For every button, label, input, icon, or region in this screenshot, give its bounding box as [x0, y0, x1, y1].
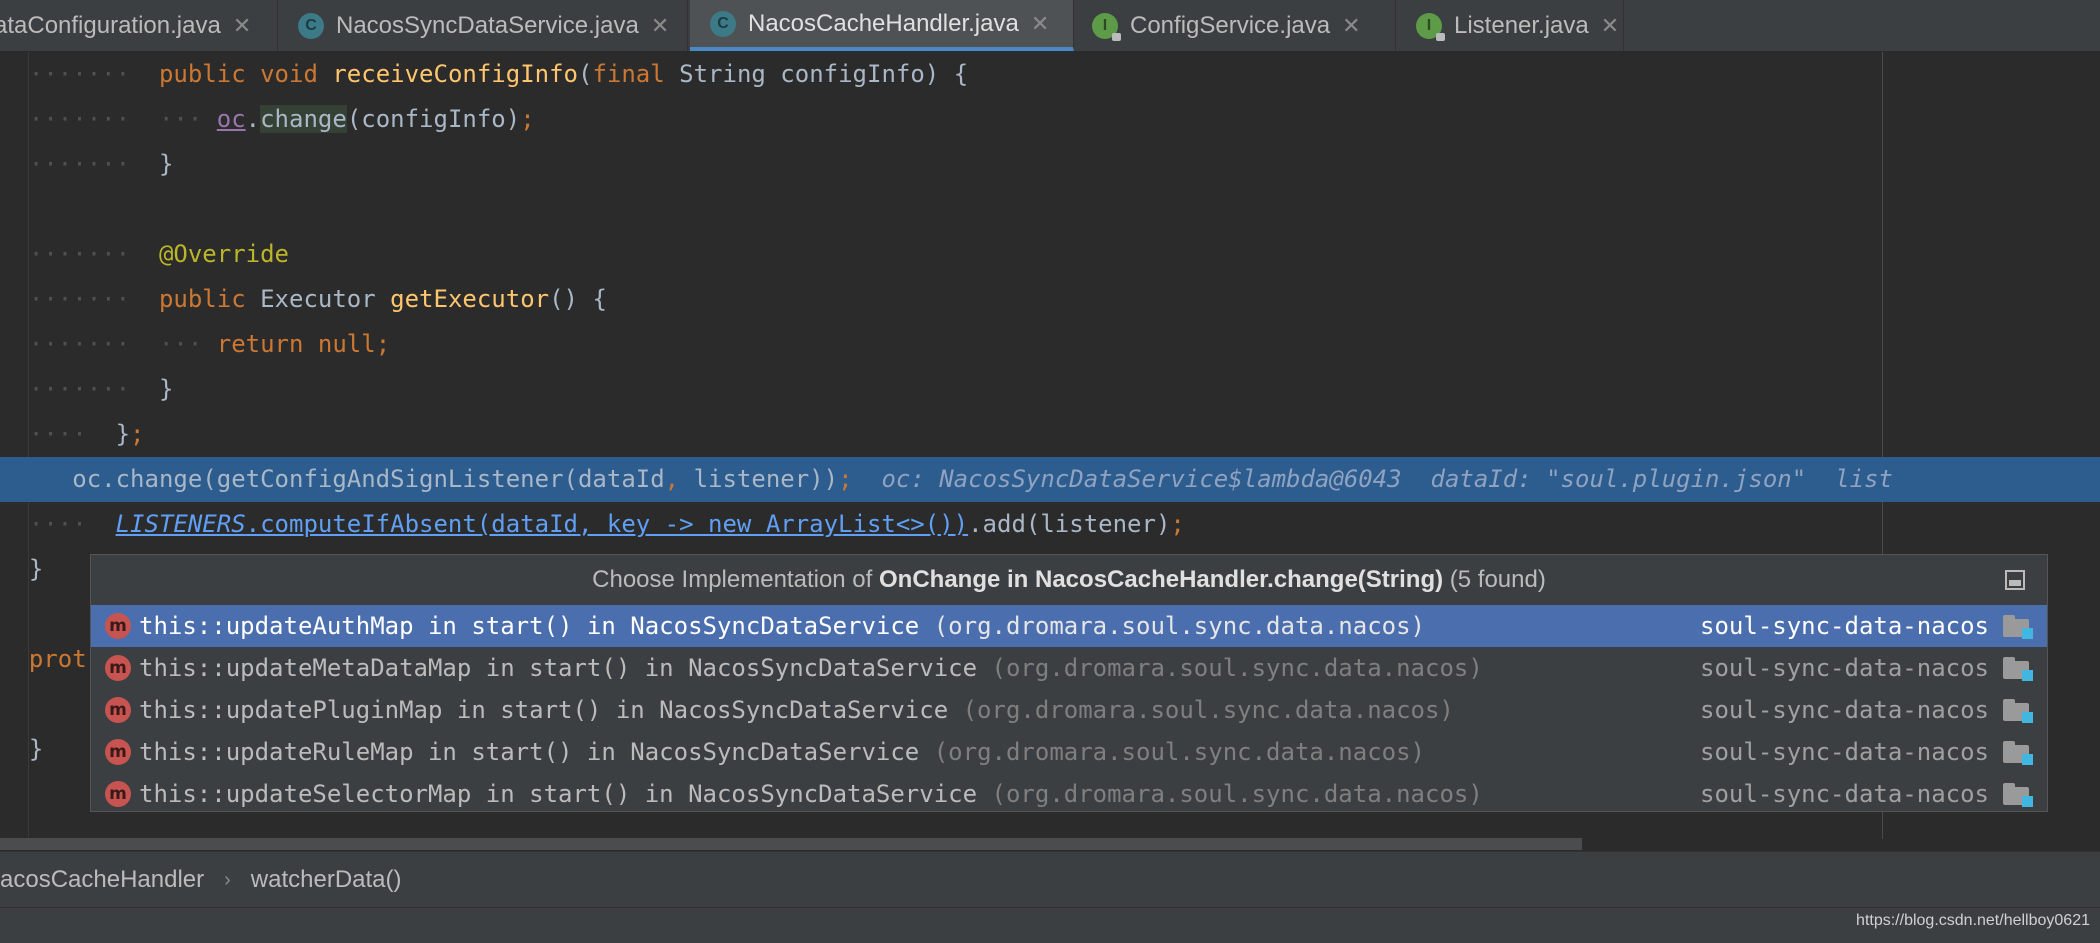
tab-label: Listener.java: [1454, 11, 1589, 39]
watermark-text: https://blog.csdn.net/hellboy0621: [1856, 912, 2090, 929]
code-line[interactable]: ······· ··· oc.change(configInfo);: [0, 97, 2100, 142]
breadcrumb: acosCacheHandler › watcherData(): [0, 851, 2100, 908]
close-icon[interactable]: ✕: [1031, 11, 1049, 37]
module-name: soul-sync-data-nacos: [1700, 612, 1989, 640]
module-name: soul-sync-data-nacos: [1700, 780, 1989, 808]
implementation-item[interactable]: m this::updateAuthMap in start() in Naco…: [91, 605, 2047, 647]
module-name: soul-sync-data-nacos: [1700, 654, 1989, 682]
implementation-item[interactable]: m this::updateRuleMap in start() in Naco…: [91, 731, 2047, 773]
method-name: receiveConfigInfo: [332, 60, 578, 88]
interface-icon: I: [1092, 12, 1121, 41]
editor-tab-bar: ataConfiguration.java ✕ C NacosSyncDataS…: [0, 0, 2100, 52]
module-folder-icon: [2003, 699, 2033, 723]
close-icon[interactable]: ✕: [1601, 13, 1619, 39]
pin-window-icon[interactable]: [2005, 570, 2025, 590]
code-line[interactable]: ······· }: [0, 367, 2100, 412]
tab-nacos-sync-data-service[interactable]: C NacosSyncDataService.java ✕: [278, 0, 688, 51]
method-icon: m: [105, 655, 131, 681]
tab-label: ConfigService.java: [1130, 11, 1331, 39]
debugger-inline-values: oc: NacosSyncDataService$lambda@6043 dat…: [881, 465, 1893, 493]
code-line[interactable]: ······· }: [0, 142, 2100, 187]
highlighted-usage: change: [260, 105, 347, 133]
tab-config-service[interactable]: I ConfigService.java ✕: [1074, 0, 1396, 51]
choose-implementation-popup[interactable]: Choose Implementation of OnChange in Nac…: [90, 554, 2048, 812]
class-icon: C: [298, 12, 324, 39]
breadcrumb-class[interactable]: acosCacheHandler: [0, 866, 204, 894]
static-field-link[interactable]: LISTENERS: [116, 510, 246, 538]
method-icon: m: [105, 613, 131, 639]
chevron-right-icon: ›: [224, 868, 231, 891]
code-line[interactable]: ······· public void receiveConfigInfo(fi…: [0, 52, 2100, 97]
method-icon: m: [105, 697, 131, 723]
code-line[interactable]: ······· public Executor getExecutor() {: [0, 277, 2100, 322]
class-icon: C: [710, 10, 736, 37]
code-line[interactable]: ······· @Override: [0, 232, 2100, 277]
tab-label: NacosCacheHandler.java: [748, 9, 1019, 37]
popup-title: Choose Implementation of OnChange in Nac…: [91, 555, 2047, 605]
module-name: soul-sync-data-nacos: [1700, 696, 1989, 724]
close-icon[interactable]: ✕: [233, 13, 251, 39]
code-line[interactable]: ···· };: [0, 412, 2100, 457]
close-icon[interactable]: ✕: [1342, 13, 1360, 39]
implementation-item[interactable]: m this::updatePluginMap in start() in Na…: [91, 689, 2047, 731]
tab-data-configuration[interactable]: ataConfiguration.java ✕: [0, 0, 278, 51]
tab-label: NacosSyncDataService.java: [336, 11, 639, 39]
breadcrumb-method[interactable]: watcherData(): [251, 866, 402, 894]
field-reference: oc: [216, 105, 246, 133]
tab-label: ataConfiguration.java: [0, 11, 221, 39]
code-line[interactable]: ······· ··· return null;: [0, 322, 2100, 367]
implementation-item[interactable]: m this::updateSelectorMap in start() in …: [91, 773, 2047, 815]
tab-nacos-cache-handler[interactable]: C NacosCacheHandler.java ✕: [690, 0, 1074, 51]
module-folder-icon: [2003, 741, 2033, 765]
horizontal-scrollbar[interactable]: [0, 838, 1582, 850]
method-name: getExecutor: [390, 285, 550, 313]
method-call-link[interactable]: .computeIfAbsent(dataId, key -> new Arra…: [246, 510, 968, 538]
code-line[interactable]: ···· LISTENERS.computeIfAbsent(dataId, k…: [0, 502, 2100, 547]
module-folder-icon: [2003, 783, 2033, 807]
tab-listener[interactable]: I Listener.java ✕: [1396, 0, 1624, 51]
status-bar: [0, 907, 2100, 943]
annotation: @Override: [158, 240, 289, 268]
method-icon: m: [105, 781, 131, 807]
method-icon: m: [105, 739, 131, 765]
close-icon[interactable]: ✕: [651, 13, 669, 39]
interface-icon: I: [1416, 12, 1445, 41]
module-name: soul-sync-data-nacos: [1700, 738, 1989, 766]
current-execution-line[interactable]: oc.change(getConfigAndSignListener(dataI…: [0, 457, 2100, 502]
implementation-item[interactable]: m this::updateMetaDataMap in start() in …: [91, 647, 2047, 689]
module-folder-icon: [2003, 657, 2033, 681]
module-folder-icon: [2003, 615, 2033, 639]
